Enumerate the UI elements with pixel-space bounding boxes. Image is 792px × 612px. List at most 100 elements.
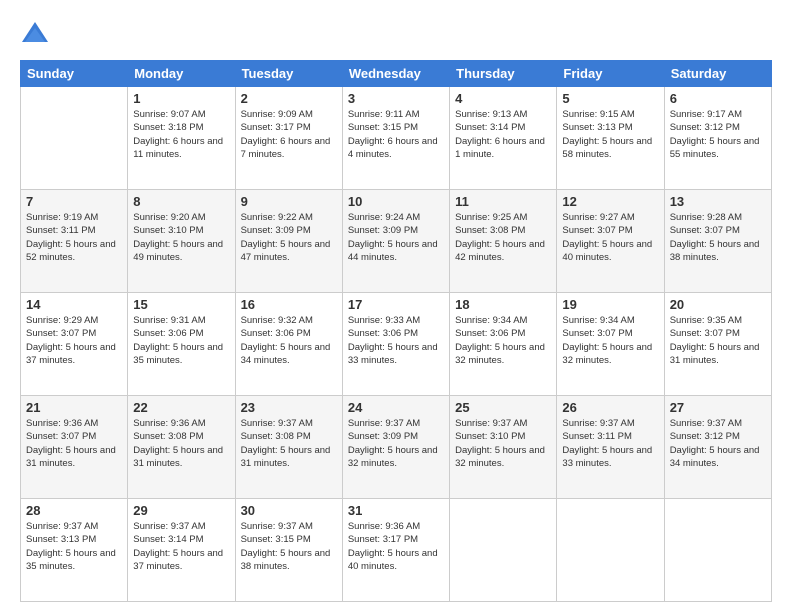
calendar-table: SundayMondayTuesdayWednesdayThursdayFrid… (20, 60, 772, 602)
header-row: SundayMondayTuesdayWednesdayThursdayFrid… (21, 61, 772, 87)
day-number: 25 (455, 400, 551, 415)
day-number: 9 (241, 194, 337, 209)
sunset: Sunset: 3:07 PM (562, 225, 632, 236)
calendar-cell: 8 Sunrise: 9:20 AM Sunset: 3:10 PM Dayli… (128, 190, 235, 293)
calendar-cell: 4 Sunrise: 9:13 AM Sunset: 3:14 PM Dayli… (450, 87, 557, 190)
day-number: 21 (26, 400, 122, 415)
day-number: 28 (26, 503, 122, 518)
sunrise: Sunrise: 9:37 AM (670, 418, 742, 429)
cell-info: Sunrise: 9:37 AM Sunset: 3:13 PM Dayligh… (26, 520, 122, 573)
sunrise: Sunrise: 9:22 AM (241, 212, 313, 223)
sunrise: Sunrise: 9:28 AM (670, 212, 742, 223)
sunset: Sunset: 3:12 PM (670, 431, 740, 442)
sunset: Sunset: 3:13 PM (562, 122, 632, 133)
daylight: Daylight: 5 hours and 38 minutes. (670, 239, 760, 263)
calendar-cell: 21 Sunrise: 9:36 AM Sunset: 3:07 PM Dayl… (21, 396, 128, 499)
calendar-cell: 2 Sunrise: 9:09 AM Sunset: 3:17 PM Dayli… (235, 87, 342, 190)
calendar-cell: 20 Sunrise: 9:35 AM Sunset: 3:07 PM Dayl… (664, 293, 771, 396)
daylight: Daylight: 5 hours and 32 minutes. (455, 342, 545, 366)
sunset: Sunset: 3:18 PM (133, 122, 203, 133)
sunset: Sunset: 3:14 PM (133, 534, 203, 545)
day-number: 4 (455, 91, 551, 106)
day-number: 15 (133, 297, 229, 312)
sunset: Sunset: 3:11 PM (562, 431, 632, 442)
sunset: Sunset: 3:11 PM (26, 225, 96, 236)
weekday-header: Monday (128, 61, 235, 87)
day-number: 20 (670, 297, 766, 312)
sunrise: Sunrise: 9:29 AM (26, 315, 98, 326)
page: SundayMondayTuesdayWednesdayThursdayFrid… (0, 0, 792, 612)
header (20, 16, 772, 50)
sunset: Sunset: 3:09 PM (241, 225, 311, 236)
sunrise: Sunrise: 9:09 AM (241, 109, 313, 120)
calendar-cell: 14 Sunrise: 9:29 AM Sunset: 3:07 PM Dayl… (21, 293, 128, 396)
daylight: Daylight: 5 hours and 37 minutes. (26, 342, 116, 366)
logo (20, 20, 54, 50)
sunrise: Sunrise: 9:25 AM (455, 212, 527, 223)
daylight: Daylight: 5 hours and 33 minutes. (348, 342, 438, 366)
calendar-cell: 26 Sunrise: 9:37 AM Sunset: 3:11 PM Dayl… (557, 396, 664, 499)
cell-info: Sunrise: 9:22 AM Sunset: 3:09 PM Dayligh… (241, 211, 337, 264)
sunrise: Sunrise: 9:17 AM (670, 109, 742, 120)
day-number: 12 (562, 194, 658, 209)
sunset: Sunset: 3:17 PM (241, 122, 311, 133)
cell-info: Sunrise: 9:35 AM Sunset: 3:07 PM Dayligh… (670, 314, 766, 367)
day-number: 22 (133, 400, 229, 415)
sunrise: Sunrise: 9:34 AM (562, 315, 634, 326)
sunrise: Sunrise: 9:37 AM (133, 521, 205, 532)
day-number: 6 (670, 91, 766, 106)
day-number: 16 (241, 297, 337, 312)
sunset: Sunset: 3:09 PM (348, 431, 418, 442)
weekday-header: Tuesday (235, 61, 342, 87)
day-number: 5 (562, 91, 658, 106)
calendar-cell: 3 Sunrise: 9:11 AM Sunset: 3:15 PM Dayli… (342, 87, 449, 190)
daylight: Daylight: 5 hours and 31 minutes. (670, 342, 760, 366)
cell-info: Sunrise: 9:33 AM Sunset: 3:06 PM Dayligh… (348, 314, 444, 367)
sunrise: Sunrise: 9:07 AM (133, 109, 205, 120)
daylight: Daylight: 5 hours and 55 minutes. (670, 136, 760, 160)
sunrise: Sunrise: 9:19 AM (26, 212, 98, 223)
sunset: Sunset: 3:10 PM (455, 431, 525, 442)
sunset: Sunset: 3:07 PM (670, 328, 740, 339)
weekday-header: Friday (557, 61, 664, 87)
calendar-cell (664, 499, 771, 602)
cell-info: Sunrise: 9:37 AM Sunset: 3:09 PM Dayligh… (348, 417, 444, 470)
sunset: Sunset: 3:07 PM (670, 225, 740, 236)
daylight: Daylight: 5 hours and 32 minutes. (348, 445, 438, 469)
day-number: 10 (348, 194, 444, 209)
sunset: Sunset: 3:06 PM (241, 328, 311, 339)
calendar-cell: 29 Sunrise: 9:37 AM Sunset: 3:14 PM Dayl… (128, 499, 235, 602)
sunset: Sunset: 3:06 PM (133, 328, 203, 339)
sunset: Sunset: 3:08 PM (455, 225, 525, 236)
calendar-cell: 5 Sunrise: 9:15 AM Sunset: 3:13 PM Dayli… (557, 87, 664, 190)
cell-info: Sunrise: 9:37 AM Sunset: 3:14 PM Dayligh… (133, 520, 229, 573)
calendar-cell: 6 Sunrise: 9:17 AM Sunset: 3:12 PM Dayli… (664, 87, 771, 190)
weekday-header: Sunday (21, 61, 128, 87)
sunrise: Sunrise: 9:13 AM (455, 109, 527, 120)
cell-info: Sunrise: 9:34 AM Sunset: 3:06 PM Dayligh… (455, 314, 551, 367)
cell-info: Sunrise: 9:07 AM Sunset: 3:18 PM Dayligh… (133, 108, 229, 161)
daylight: Daylight: 6 hours and 4 minutes. (348, 136, 438, 160)
sunrise: Sunrise: 9:36 AM (26, 418, 98, 429)
sunset: Sunset: 3:08 PM (241, 431, 311, 442)
sunrise: Sunrise: 9:20 AM (133, 212, 205, 223)
cell-info: Sunrise: 9:37 AM Sunset: 3:08 PM Dayligh… (241, 417, 337, 470)
day-number: 18 (455, 297, 551, 312)
cell-info: Sunrise: 9:37 AM Sunset: 3:11 PM Dayligh… (562, 417, 658, 470)
calendar-week-row: 7 Sunrise: 9:19 AM Sunset: 3:11 PM Dayli… (21, 190, 772, 293)
cell-info: Sunrise: 9:37 AM Sunset: 3:15 PM Dayligh… (241, 520, 337, 573)
daylight: Daylight: 5 hours and 31 minutes. (26, 445, 116, 469)
cell-info: Sunrise: 9:13 AM Sunset: 3:14 PM Dayligh… (455, 108, 551, 161)
sunset: Sunset: 3:15 PM (241, 534, 311, 545)
cell-info: Sunrise: 9:17 AM Sunset: 3:12 PM Dayligh… (670, 108, 766, 161)
daylight: Daylight: 5 hours and 33 minutes. (562, 445, 652, 469)
daylight: Daylight: 6 hours and 7 minutes. (241, 136, 331, 160)
day-number: 26 (562, 400, 658, 415)
daylight: Daylight: 5 hours and 32 minutes. (562, 342, 652, 366)
day-number: 2 (241, 91, 337, 106)
sunrise: Sunrise: 9:37 AM (241, 521, 313, 532)
cell-info: Sunrise: 9:19 AM Sunset: 3:11 PM Dayligh… (26, 211, 122, 264)
calendar-cell: 31 Sunrise: 9:36 AM Sunset: 3:17 PM Dayl… (342, 499, 449, 602)
sunrise: Sunrise: 9:37 AM (562, 418, 634, 429)
cell-info: Sunrise: 9:28 AM Sunset: 3:07 PM Dayligh… (670, 211, 766, 264)
